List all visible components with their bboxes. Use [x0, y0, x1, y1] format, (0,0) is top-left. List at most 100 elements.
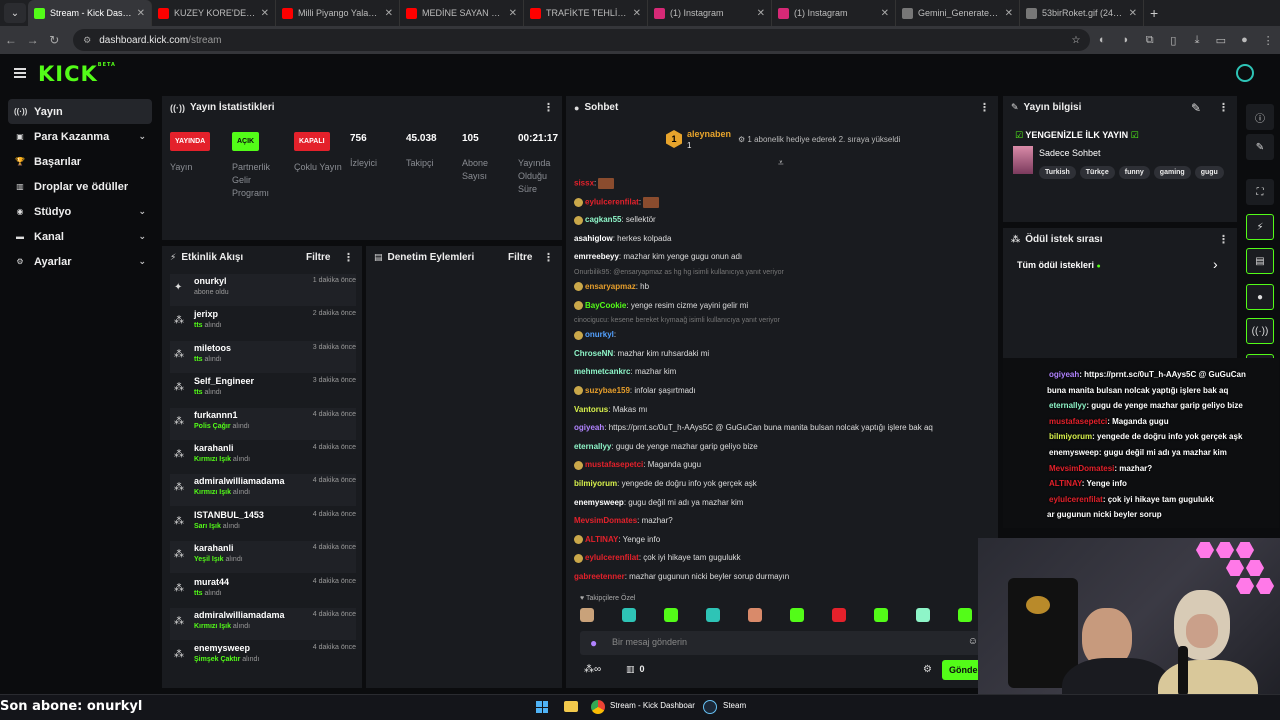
- chat-username[interactable]: ALTINAY: [585, 535, 618, 544]
- browser-tab[interactable]: Milli Piyango Yalancı Ura ✕: [276, 0, 400, 26]
- edit-icon[interactable]: ✎: [1246, 134, 1274, 160]
- profile-icon[interactable]: ●: [1233, 34, 1257, 46]
- windows-start-icon[interactable]: [536, 701, 548, 713]
- puzzle-icon[interactable]: ⧉: [1138, 34, 1162, 47]
- broadcast-icon[interactable]: ((·)): [1246, 318, 1274, 344]
- emote-icon[interactable]: [622, 608, 636, 622]
- expand-icon[interactable]: ⛶: [1246, 179, 1274, 205]
- sidebar-item-ba-ar-lar[interactable]: 🏆 Başarılar: [8, 149, 152, 174]
- rewards-counter[interactable]: ▥ 0: [626, 664, 645, 675]
- tab-close-icon[interactable]: ✕: [385, 8, 393, 19]
- back-icon[interactable]: ←: [0, 33, 22, 47]
- emote-icon[interactable]: [832, 608, 846, 622]
- category-name[interactable]: Sadece Sohbet: [1039, 148, 1101, 158]
- file-explorer-icon[interactable]: [564, 701, 578, 712]
- info-icon[interactable]: ⓘ: [1246, 104, 1274, 130]
- more-options-icon[interactable]: ⋮: [1218, 233, 1229, 246]
- forward-icon[interactable]: →: [22, 33, 44, 47]
- edit-pencil-icon[interactable]: ✎: [1191, 101, 1201, 115]
- activity-username[interactable]: onurkyl: [194, 276, 227, 286]
- tab-close-icon[interactable]: ✕: [509, 8, 517, 19]
- tab-close-icon[interactable]: ✕: [881, 8, 889, 19]
- chat-username[interactable]: BayCookie: [585, 301, 626, 310]
- chat-username[interactable]: eternallyy: [574, 442, 611, 451]
- emote-icon[interactable]: [580, 608, 594, 622]
- activity-username[interactable]: furkannn1: [194, 410, 238, 420]
- chevron-down-icon[interactable]: ⌄: [138, 231, 146, 242]
- chat-username[interactable]: Vantorus: [574, 405, 608, 414]
- chat-username[interactable]: ogiyeah: [574, 423, 604, 432]
- browser-tab[interactable]: Gemini_Generated_Ima ✕: [896, 0, 1020, 26]
- activity-username[interactable]: karahanli: [194, 543, 234, 553]
- stream-tag[interactable]: gaming: [1153, 166, 1191, 179]
- stream-tag[interactable]: Turkish: [1039, 166, 1076, 179]
- activity-username[interactable]: miletoos: [194, 343, 231, 353]
- split-icon[interactable]: ▭: [1209, 34, 1233, 47]
- chat-username[interactable]: gabreetenner: [574, 572, 625, 581]
- tab-close-icon[interactable]: ✕: [261, 8, 269, 19]
- pinned-user[interactable]: aleynaben: [687, 129, 731, 139]
- chat-username[interactable]: bilmiyorum: [574, 479, 617, 488]
- browser-tab[interactable]: TRAFİKTE TEHLİKELİ AN ✕: [524, 0, 648, 26]
- activity-username[interactable]: jerixp: [194, 309, 218, 319]
- chat-username[interactable]: asahiglow: [574, 234, 613, 243]
- chat-username[interactable]: eylulcerenfilat: [585, 553, 639, 562]
- tab-close-icon[interactable]: ✕: [137, 8, 145, 19]
- chat-username[interactable]: eylulcerenfilat: [585, 197, 639, 206]
- stream-tag[interactable]: gugu: [1194, 166, 1224, 179]
- chat-message-input[interactable]: ● Bir mesaj gönderin ☺: [580, 631, 982, 655]
- bolt-icon[interactable]: ⚡: [1246, 214, 1274, 240]
- sidepanel-icon[interactable]: ▯: [1162, 34, 1186, 47]
- chat-username[interactable]: sissx: [574, 179, 594, 188]
- sidebar-item-kanal[interactable]: ▬ Kanal ⌄: [8, 224, 152, 249]
- sidebar-item-st-dyo[interactable]: ◉ Stüdyo ⌄: [8, 199, 152, 224]
- stream-tag[interactable]: Türkçe: [1079, 166, 1115, 179]
- site-info-icon[interactable]: ⚙: [83, 35, 91, 46]
- activity-username[interactable]: enemysweep: [194, 643, 250, 653]
- all-rewards-link[interactable]: Tüm ödül istekleri ●: [1017, 260, 1101, 270]
- kick-logo[interactable]: KICKBETA: [38, 62, 116, 86]
- tab-search-chevron-icon[interactable]: ⌄: [4, 3, 26, 23]
- activity-username[interactable]: karahanli: [194, 443, 234, 453]
- tab-close-icon[interactable]: ✕: [633, 8, 641, 19]
- notes-icon[interactable]: ▤: [1246, 248, 1274, 274]
- emote-icon[interactable]: [958, 608, 972, 622]
- new-tab-button[interactable]: +: [1150, 5, 1158, 21]
- chat-icon[interactable]: ●: [1246, 284, 1274, 310]
- collapse-icon[interactable]: ⩡: [778, 158, 784, 169]
- extension-icon[interactable]: ◗: [1114, 34, 1138, 46]
- chevron-right-icon[interactable]: ›: [1213, 256, 1218, 272]
- chat-username[interactable]: ChroseNN: [574, 349, 613, 358]
- extension-icon[interactable]: ◐: [1090, 34, 1114, 46]
- microphone-icon[interactable]: ●: [590, 636, 597, 650]
- chat-username[interactable]: suzybae159: [585, 386, 630, 395]
- download-icon[interactable]: ⤓: [1185, 34, 1209, 47]
- emote-icon[interactable]: [664, 608, 678, 622]
- chat-username[interactable]: ensaryapmaz: [585, 282, 636, 291]
- reload-icon[interactable]: ↻: [43, 33, 65, 47]
- taskbar-app-steam[interactable]: Steam: [723, 701, 746, 710]
- taskbar-app-chrome[interactable]: Stream - Kick Dashboar: [610, 701, 695, 710]
- chat-username[interactable]: onurkyl: [585, 330, 614, 339]
- activity-username[interactable]: Self_Engineer: [194, 376, 254, 386]
- more-options-icon[interactable]: ⋮: [979, 101, 990, 114]
- chat-username[interactable]: mustafasepetci: [585, 460, 643, 469]
- user-avatar[interactable]: [1236, 64, 1254, 82]
- more-options-icon[interactable]: ⋮: [543, 251, 554, 264]
- browser-tab[interactable]: MEDİNE SAYAN EV ZİYA ✕: [400, 0, 524, 26]
- activity-username[interactable]: murat44: [194, 577, 229, 587]
- emote-icon[interactable]: [916, 608, 930, 622]
- hamburger-menu-icon[interactable]: [14, 68, 26, 78]
- emote-icon[interactable]: [748, 608, 762, 622]
- menu-dots-icon[interactable]: ⋮: [1256, 34, 1280, 47]
- url-field[interactable]: ⚙ dashboard.kick.com/stream ☆: [73, 29, 1091, 51]
- emote-icon[interactable]: [706, 608, 720, 622]
- browser-tab[interactable]: KUZEY KORE'DEN GİZLİ ✕: [152, 0, 276, 26]
- sidebar-item-droplar-ve-d-ller[interactable]: ▥ Droplar ve ödüller: [8, 174, 152, 199]
- chat-username[interactable]: MevsimDomates: [574, 516, 637, 525]
- chat-settings-icon[interactable]: ⚙: [923, 664, 932, 675]
- category-thumbnail[interactable]: [1013, 146, 1033, 174]
- activity-username[interactable]: admiralwilliamadama: [194, 476, 285, 486]
- emoji-icon[interactable]: ☺: [968, 636, 978, 647]
- chat-username[interactable]: enemysweep: [574, 498, 624, 507]
